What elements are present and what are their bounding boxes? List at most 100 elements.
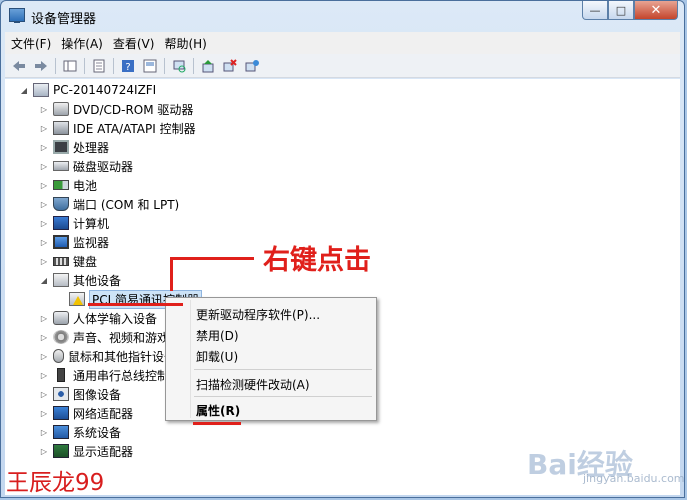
tree-item-label: 网络适配器	[73, 406, 134, 421]
collapse-arrow-icon[interactable]: ◢	[39, 276, 49, 285]
tree-item[interactable]: ▷ 鼠标和其他指针设备	[39, 347, 176, 365]
menu-separator	[194, 369, 372, 370]
expand-arrow-icon[interactable]: ▷	[39, 143, 49, 152]
title-bar[interactable]: 设备管理器 — □ ✕	[1, 1, 684, 31]
toolbar-separator	[55, 57, 56, 74]
expand-arrow-icon[interactable]: ▷	[39, 105, 49, 114]
baidu-watermark-url: jingyan.baidu.com	[583, 472, 685, 485]
back-icon[interactable]	[11, 58, 27, 74]
properties-icon[interactable]	[91, 58, 107, 74]
annotation-pointer-vertical	[170, 257, 173, 291]
menu-help[interactable]: 帮助(H)	[164, 35, 206, 52]
tree-item-expanded[interactable]: ◢ 其他设备	[39, 271, 121, 289]
expand-arrow-icon[interactable]: ▷	[39, 219, 49, 228]
tree-item[interactable]: ▷ 人体学输入设备	[39, 309, 157, 327]
disk-drive-icon	[53, 161, 69, 171]
tree-item[interactable]: ▷ 键盘	[39, 252, 97, 270]
monitor-icon	[53, 235, 69, 249]
toolbar: ?	[5, 54, 680, 78]
close-button[interactable]: ✕	[634, 1, 678, 20]
tree-item[interactable]: ▷ 监视器	[39, 233, 109, 251]
port-icon	[53, 197, 69, 211]
expand-arrow-icon[interactable]: ▷	[39, 257, 49, 266]
tree-item-label: 监视器	[73, 235, 110, 250]
update-driver-icon[interactable]	[200, 58, 216, 74]
tree-item[interactable]: ▷ 电池	[39, 176, 97, 194]
window-title: 设备管理器	[31, 12, 97, 27]
tree-item-label: 系统设备	[73, 425, 122, 440]
expand-arrow-icon[interactable]: ▷	[39, 124, 49, 133]
computer-icon	[33, 83, 49, 97]
expand-arrow-icon[interactable]: ▷	[39, 238, 49, 247]
collapse-arrow-icon[interactable]: ◢	[19, 86, 29, 95]
tree-item[interactable]: ▷ 显示适配器	[39, 442, 133, 460]
tree-item-label: 图像设备	[73, 387, 122, 402]
expand-arrow-icon[interactable]: ▷	[39, 447, 49, 456]
menu-item-scan-hardware[interactable]: 扫描检测硬件改动(A)	[196, 376, 310, 393]
processor-icon	[53, 140, 69, 154]
tree-item-label: 其他设备	[73, 273, 122, 288]
annotation-pointer-horizontal	[170, 257, 254, 260]
view-icon[interactable]	[142, 58, 158, 74]
tree-item[interactable]: ▷ 磁盘驱动器	[39, 157, 133, 175]
tree-item[interactable]: ▷ 计算机	[39, 214, 109, 232]
other-devices-icon	[53, 273, 69, 287]
menu-file[interactable]: 文件(F)	[11, 35, 51, 52]
uninstall-icon[interactable]	[222, 58, 238, 74]
usb-icon	[57, 368, 65, 382]
expand-arrow-icon[interactable]: ▷	[39, 200, 49, 209]
enable-icon[interactable]	[244, 58, 260, 74]
tree-item-label: 计算机	[73, 216, 110, 231]
help-icon[interactable]: ?	[120, 58, 136, 74]
expand-arrow-icon[interactable]: ▷	[39, 162, 49, 171]
tree-item-label: 磁盘驱动器	[73, 159, 134, 174]
forward-icon[interactable]	[33, 58, 49, 74]
dvd-drive-icon	[53, 102, 69, 116]
expand-arrow-icon[interactable]: ▷	[39, 333, 49, 342]
minimize-button[interactable]: —	[582, 1, 608, 20]
toolbar-separator	[193, 57, 194, 74]
toolbar-separator	[164, 57, 165, 74]
menu-action[interactable]: 操作(A)	[61, 35, 103, 52]
tree-item[interactable]: ▷ 端口 (COM 和 LPT)	[39, 195, 179, 213]
author-signature: 王辰龙99	[6, 470, 105, 496]
expand-arrow-icon[interactable]: ▷	[39, 371, 49, 380]
menu-item-properties[interactable]: 属性(R)	[196, 402, 240, 419]
tree-item-label: IDE ATA/ATAPI 控制器	[73, 121, 196, 136]
expand-arrow-icon[interactable]: ▷	[39, 409, 49, 418]
tree-root[interactable]: ◢ PC-20140724IZFI	[19, 81, 156, 99]
root-label: PC-20140724IZFI	[53, 83, 157, 97]
tree-item[interactable]: ▷ 网络适配器	[39, 404, 133, 422]
tree-item[interactable]: ▷ IDE ATA/ATAPI 控制器	[39, 119, 196, 137]
menu-view[interactable]: 查看(V)	[113, 35, 155, 52]
menu-item-disable[interactable]: 禁用(D)	[196, 327, 239, 344]
tree-item[interactable]: ▷ 通用串行总线控制器	[39, 366, 181, 384]
svg-text:?: ?	[125, 62, 130, 73]
tree-item[interactable]: ▷ 图像设备	[39, 385, 121, 403]
menu-item-uninstall[interactable]: 卸载(U)	[196, 348, 238, 365]
tree-item[interactable]: ▷ DVD/CD-ROM 驱动器	[39, 100, 193, 118]
maximize-button[interactable]: □	[608, 1, 634, 20]
tree-item-label: 显示适配器	[73, 444, 134, 459]
annotation-label: 右键点击	[263, 245, 371, 276]
tree-item[interactable]: ▷ 处理器	[39, 138, 109, 156]
expand-arrow-icon[interactable]: ▷	[39, 390, 49, 399]
console-tree-icon[interactable]	[62, 58, 78, 74]
tree-item-label: 处理器	[73, 140, 110, 155]
warning-device-icon	[69, 292, 85, 306]
context-menu: 更新驱动程序软件(P)... 禁用(D) 卸载(U) 扫描检测硬件改动(A) 属…	[165, 297, 377, 421]
display-icon	[53, 444, 69, 458]
expand-arrow-icon[interactable]: ▷	[39, 181, 49, 190]
system-icon	[53, 425, 69, 439]
computer-icon	[53, 216, 69, 230]
scan-icon[interactable]	[171, 58, 187, 74]
expand-arrow-icon[interactable]: ▷	[39, 428, 49, 437]
tree-item-label: DVD/CD-ROM 驱动器	[73, 102, 194, 117]
device-tree: ◢ PC-20140724IZFI ▷ DVD/CD-ROM 驱动器 ▷ IDE…	[5, 79, 680, 495]
expand-arrow-icon[interactable]: ▷	[39, 352, 49, 361]
tree-item[interactable]: ▷ 系统设备	[39, 423, 121, 441]
expand-arrow-icon[interactable]: ▷	[39, 314, 49, 323]
keyboard-icon	[53, 256, 69, 266]
menu-item-update-driver[interactable]: 更新驱动程序软件(P)...	[196, 306, 320, 323]
annotation-underline-target	[88, 303, 183, 306]
